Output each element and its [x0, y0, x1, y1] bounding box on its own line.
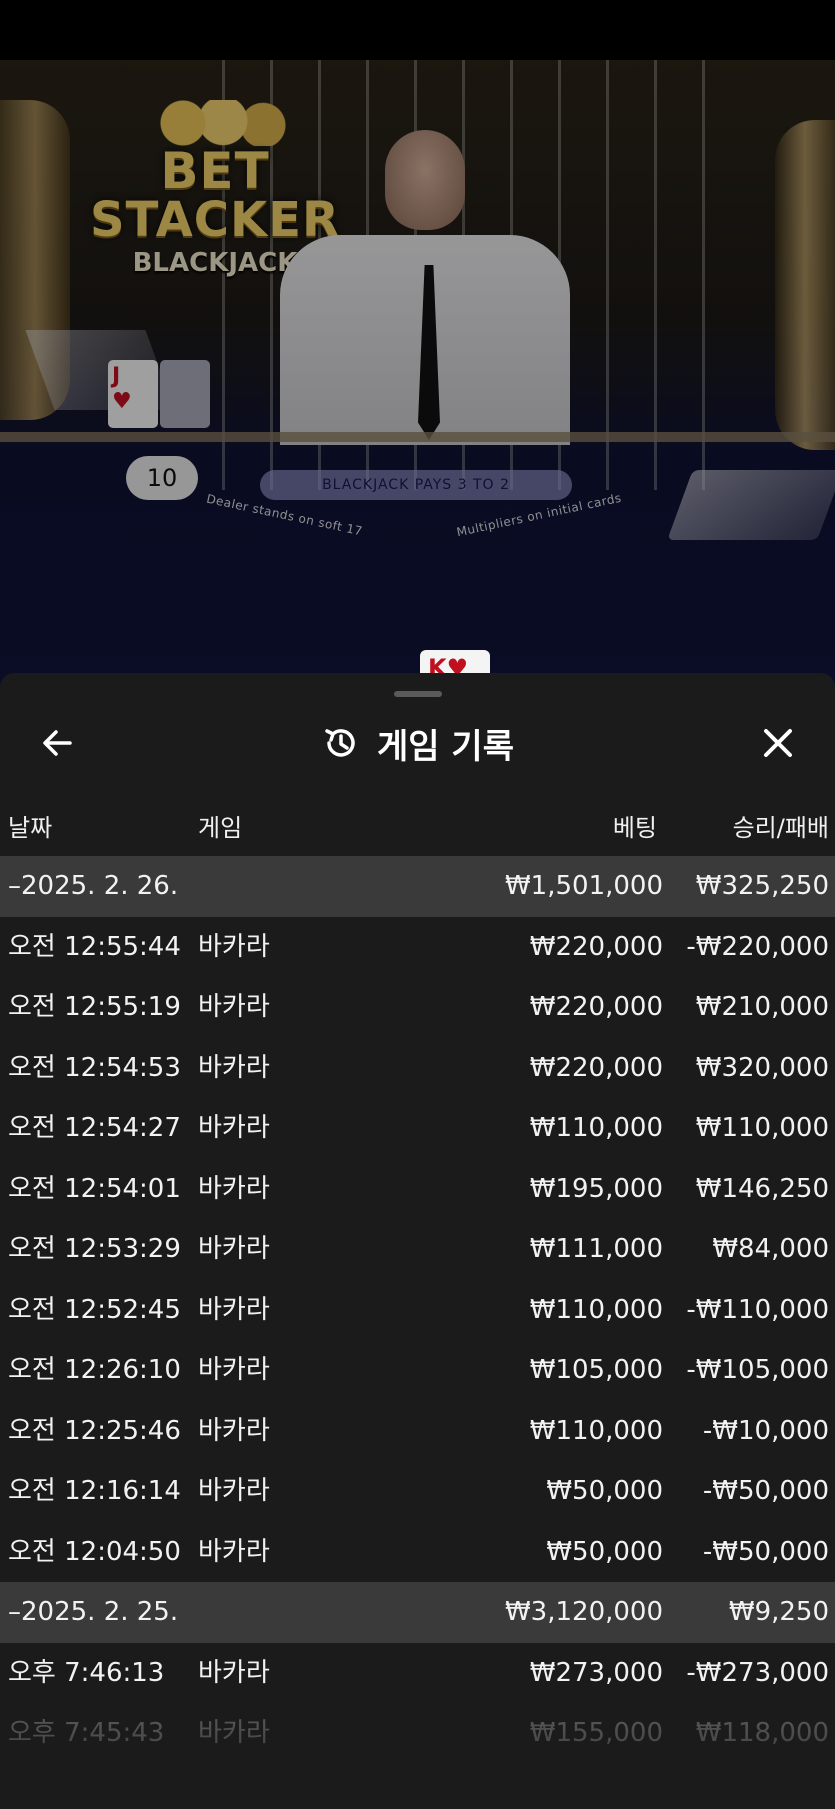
table-header: 날짜 게임 베팅 승리/패배 — [0, 808, 835, 848]
table-row[interactable]: 오전 12:54:27 바카라 ₩110,000 ₩110,000 — [0, 1098, 835, 1159]
cell-game: 바카라 — [198, 931, 270, 962]
cell-bet: ₩1,501,000 — [504, 871, 663, 901]
page-title: 게임 기록 — [377, 726, 514, 767]
cell-bet: ₩220,000 — [529, 992, 663, 1022]
cell-game: 바카라 — [198, 1355, 270, 1385]
cell-game: 바카라 — [198, 1113, 270, 1143]
cell-result: ₩210,000 — [695, 992, 829, 1022]
cell-result: ₩325,250 — [695, 871, 829, 901]
history-icon — [325, 729, 355, 757]
cell-date: 오전 12:16:14 — [8, 1476, 181, 1506]
table-row[interactable]: 오전 12:55:44 바카라 ₩220,000 -₩220,000 — [0, 917, 835, 978]
cell-date: –2025. 2. 26. — [8, 871, 179, 901]
cell-bet: ₩111,000 — [529, 1234, 663, 1264]
cell-date: 오전 12:25:46 — [8, 1415, 181, 1446]
cell-date: 오전 12:53:29 — [8, 1234, 181, 1264]
history-list: –2025. 2. 26. ₩1,501,000 ₩325,250 오전 12:55:… — [0, 856, 835, 1764]
col-header-result: 승리/패배 — [732, 814, 829, 842]
date-group-row[interactable]: –2025. 2. 26. ₩1,501,000 ₩325,250 — [0, 856, 835, 917]
cell-result: ₩320,000 — [695, 1052, 829, 1083]
col-header-date: 날짜 — [8, 814, 53, 842]
col-header-game: 게임 — [198, 814, 243, 842]
arrow-left-icon — [43, 730, 72, 756]
cell-bet: ₩110,000 — [529, 1294, 663, 1325]
list-fade — [0, 1689, 835, 1809]
sheet-header: 게임 기록 — [0, 713, 835, 773]
cell-bet: ₩105,000 — [529, 1355, 663, 1385]
cell-game: 바카라 — [198, 1476, 270, 1506]
cell-game: 바카라 — [198, 1052, 270, 1083]
cell-date: 오전 12:54:27 — [8, 1113, 181, 1143]
table-row[interactable]: 오전 12:54:01 바카라 ₩195,000 ₩146,250 — [0, 1159, 835, 1220]
close-button[interactable] — [758, 723, 798, 763]
game-history-sheet: 게임 기록 날짜 게임 베팅 승리/패배 –2025. 2. 26. ₩1,501… — [0, 673, 835, 1809]
col-header-bet: 베팅 — [612, 814, 657, 842]
cell-result: -₩110,000 — [686, 1294, 829, 1325]
cell-game: 바카라 — [198, 1294, 270, 1325]
cell-game: 바카라 — [198, 992, 270, 1022]
cell-date: 오전 12:55:19 — [8, 992, 181, 1022]
cell-result: ₩110,000 — [695, 1113, 829, 1143]
cell-game: 바카라 — [198, 1536, 270, 1567]
title-group: 게임 기록 — [0, 713, 835, 773]
table-row[interactable]: 오전 12:52:45 바카라 ₩110,000 -₩110,000 — [0, 1280, 835, 1341]
cell-result: ₩146,250 — [695, 1173, 829, 1204]
table-row[interactable]: 오전 12:26:10 바카라 ₩105,000 -₩105,000 — [0, 1340, 835, 1401]
table-row[interactable]: 오전 12:04:50 바카라 ₩50,000 -₩50,000 — [0, 1522, 835, 1583]
cell-bet: ₩110,000 — [529, 1415, 663, 1446]
cell-date: 오전 12:54:01 — [8, 1173, 181, 1204]
cell-game: 바카라 — [198, 1173, 270, 1204]
cell-bet: ₩3,120,000 — [504, 1597, 663, 1627]
sheet-drag-handle[interactable] — [394, 691, 442, 697]
back-button[interactable] — [38, 723, 78, 763]
cell-game: 바카라 — [198, 1415, 270, 1446]
cell-date: 오전 12:26:10 — [8, 1355, 181, 1385]
table-row[interactable]: 오전 12:55:19 바카라 ₩220,000 ₩210,000 — [0, 977, 835, 1038]
cell-date: 오전 12:52:45 — [8, 1294, 181, 1325]
table-row[interactable]: 오전 12:54:53 바카라 ₩220,000 ₩320,000 — [0, 1038, 835, 1099]
table-row[interactable]: 오전 12:53:29 바카라 ₩111,000 ₩84,000 — [0, 1219, 835, 1280]
cell-date: 오전 12:04:50 — [8, 1536, 181, 1567]
cell-bet: ₩220,000 — [529, 931, 663, 962]
date-group-row[interactable]: –2025. 2. 25. ₩3,120,000 ₩9,250 — [0, 1582, 835, 1643]
cell-game: 바카라 — [198, 1234, 270, 1264]
cell-bet: ₩195,000 — [529, 1173, 663, 1204]
close-icon — [764, 729, 792, 757]
cell-result: ₩84,000 — [712, 1234, 829, 1264]
cell-result: -₩105,000 — [686, 1355, 829, 1385]
cell-result: ₩9,250 — [728, 1597, 829, 1627]
cell-result: -₩10,000 — [702, 1415, 829, 1446]
table-row[interactable]: 오전 12:25:46 바카라 ₩110,000 -₩10,000 — [0, 1401, 835, 1462]
cell-date: 오전 12:54:53 — [8, 1052, 181, 1083]
cell-date: 오전 12:55:44 — [8, 931, 181, 962]
cell-bet: ₩220,000 — [529, 1052, 663, 1083]
cell-bet: ₩110,000 — [529, 1113, 663, 1143]
cell-result: -₩220,000 — [686, 931, 829, 962]
table-row[interactable]: 오전 12:16:14 바카라 ₩50,000 -₩50,000 — [0, 1461, 835, 1522]
cell-bet: ₩50,000 — [546, 1536, 663, 1567]
video-dim-overlay — [0, 60, 835, 700]
cell-result: -₩50,000 — [702, 1476, 829, 1506]
cell-result: -₩50,000 — [702, 1536, 829, 1567]
cell-date: –2025. 2. 25. — [8, 1597, 179, 1627]
cell-bet: ₩50,000 — [546, 1476, 663, 1506]
